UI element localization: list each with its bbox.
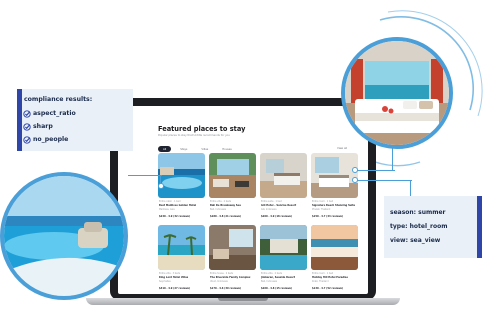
- compliance-item-label: no_people: [33, 136, 69, 143]
- listing-card[interactable]: Entire cabin · 1 bed Best Maldives Golde…: [158, 153, 205, 223]
- compliance-item-label: sharp: [33, 123, 53, 130]
- view-all-link[interactable]: View all: [337, 147, 347, 150]
- listing-price: $200 · 4.9 (18 reviews): [261, 215, 293, 218]
- compliance-item: aspect_ratio: [23, 110, 76, 118]
- listing-meta: Entire room · 1 bed: [312, 272, 334, 275]
- connector-line: [356, 180, 412, 181]
- laptop-notch: [218, 298, 268, 301]
- tag-view: view: sea_view: [390, 237, 441, 244]
- listing-price: $170 · 4.6 (39 reviews): [210, 287, 242, 290]
- connector-line: [392, 147, 393, 171]
- listing-name: Signature Beach Stunning Suite: [312, 204, 356, 207]
- listing-price: $180 · 4.8 (21 reviews): [210, 215, 242, 218]
- listing-price: $130 · 4.7 (52 reviews): [312, 287, 344, 290]
- listing-price: $260 · 4.8 (15 reviews): [261, 287, 293, 290]
- listing-location: Maldives, Asia: [159, 208, 175, 211]
- listing-card[interactable]: Entire room · 1 bed Signature Beach Stun…: [311, 153, 358, 223]
- tab-all[interactable]: All: [158, 146, 172, 152]
- listing-location: Bali, Indonesia: [210, 208, 227, 211]
- laptop-screen: Featured places to stay Popular places t…: [118, 106, 368, 294]
- listing-meta: Entire villa · 3 beds: [159, 272, 181, 275]
- listing-name: Gili Hotel – Sunrise Resort: [261, 204, 297, 207]
- listing-name: The Riverside Family Complex: [210, 276, 251, 279]
- compliance-item: no_people: [23, 136, 69, 144]
- compliance-title: compliance results:: [24, 96, 93, 103]
- listing-meta: Entire house · 2 beds: [210, 272, 234, 275]
- listing-price: $310 · 4.9 (27 reviews): [159, 287, 191, 290]
- tag-type: type: hotel_room: [390, 223, 448, 230]
- listing-location: Bali, Indonesia: [261, 280, 278, 283]
- page-title: Featured places to stay: [158, 125, 246, 133]
- connector-node: [158, 183, 164, 189]
- listing-photo: [209, 153, 256, 198]
- connector-line: [128, 175, 162, 176]
- tag-season: season: summer: [390, 209, 446, 216]
- listing-card[interactable]: Entire villa · 2 beds Jimbaran, Seaside …: [260, 225, 307, 294]
- illustration: Featured places to stay Popular places t…: [0, 0, 483, 311]
- listing-name: Bali De Breakaway Sea: [210, 204, 241, 207]
- connector-node: [352, 167, 358, 173]
- listing-card[interactable]: Entire villa · 3 beds King Lord Hotel Vi…: [158, 225, 205, 294]
- listing-name: Holiday Hill Hotel Paradise: [312, 276, 348, 279]
- listing-location: Krabi, Thailand: [312, 280, 329, 283]
- page-subtitle: Popular places to stay that Untitle reco…: [158, 134, 230, 137]
- compliance-item-label: aspect_ratio: [33, 110, 76, 117]
- listing-card[interactable]: Entire villa · 2 beds Bali De Breakaway …: [209, 153, 256, 223]
- tab-villas[interactable]: Villas: [196, 146, 213, 152]
- filter-tabs: All Stays Villas Houses: [158, 146, 237, 152]
- listing-price: $150 · 4.7 (44 reviews): [312, 215, 344, 218]
- listing-location: Phuket, Thailand: [312, 208, 331, 211]
- listing-meta: Entire villa · 2 beds: [210, 200, 232, 203]
- listing-photo: [260, 225, 307, 270]
- listing-location: Seychelles: [159, 280, 171, 283]
- listing-meta: Entire suite · 1 bed: [261, 200, 282, 203]
- check-icon: [23, 136, 31, 144]
- listing-photo: [158, 225, 205, 270]
- listing-name: Jimbaran, Seaside Resort: [261, 276, 295, 279]
- check-icon: [23, 123, 31, 131]
- listing-price: $240 · 4.9 (32 reviews): [159, 215, 191, 218]
- listing-meta: Entire room · 1 bed: [312, 200, 334, 203]
- listing-card[interactable]: Entire suite · 1 bed Gili Hotel – Sunris…: [260, 153, 307, 223]
- connector-line: [410, 180, 411, 196]
- listing-card[interactable]: Entire house · 2 beds The Riverside Fami…: [209, 225, 256, 294]
- compliance-item: sharp: [23, 123, 53, 131]
- listing-name: Best Maldives Golden Hotel: [159, 204, 197, 207]
- listing-photo: [158, 153, 205, 198]
- listing-meta: Entire cabin · 1 bed: [159, 200, 181, 203]
- connector-node: [352, 177, 358, 183]
- bedroom-photo: [341, 37, 453, 149]
- listing-photo: [311, 225, 358, 270]
- pool-photo: [0, 172, 128, 300]
- connector-line: [355, 170, 395, 171]
- listing-location: Ubud, Indonesia: [210, 280, 228, 283]
- listing-photo: [260, 153, 307, 198]
- listing-meta: Entire villa · 2 beds: [261, 272, 283, 275]
- listing-photo: [311, 153, 358, 198]
- listing-photo: [209, 225, 256, 270]
- tab-stays[interactable]: Stays: [175, 146, 192, 152]
- listing-card[interactable]: Entire room · 1 bed Holiday Hill Hotel P…: [311, 225, 358, 294]
- check-icon: [23, 110, 31, 118]
- listing-location: Gili, Indonesia: [261, 208, 277, 211]
- listing-name: King Lord Hotel Villas: [159, 276, 189, 279]
- tab-houses[interactable]: Houses: [217, 146, 236, 152]
